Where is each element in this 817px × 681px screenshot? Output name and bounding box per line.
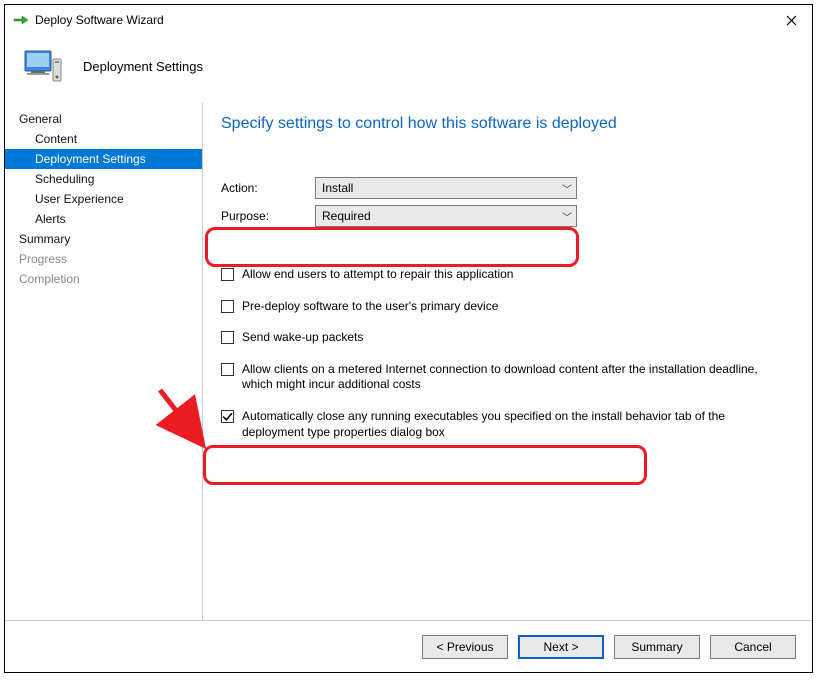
checkbox-label: Send wake-up packets: [242, 330, 363, 346]
wizard-window: Deploy Software Wizard Deployment Settin…: [4, 4, 813, 673]
footer: < Previous Next > Summary Cancel: [5, 620, 812, 672]
sidebar: GeneralContentDeployment SettingsSchedul…: [5, 103, 203, 620]
sidebar-item-summary[interactable]: Summary: [5, 229, 202, 249]
action-row: Action: Install ﹀: [221, 177, 792, 199]
action-label: Action:: [221, 181, 315, 195]
checkbox-label: Allow end users to attempt to repair thi…: [242, 267, 513, 283]
sidebar-item-alerts[interactable]: Alerts: [5, 209, 202, 229]
action-dropdown[interactable]: Install ﹀: [315, 177, 577, 199]
checkbox-label: Pre-deploy software to the user's primar…: [242, 299, 498, 315]
close-button[interactable]: [776, 9, 806, 31]
sidebar-item-general[interactable]: General: [5, 109, 202, 129]
wizard-body: GeneralContentDeployment SettingsSchedul…: [5, 103, 812, 620]
sidebar-item-content[interactable]: Content: [5, 129, 202, 149]
checkbox-label: Allow clients on a metered Internet conn…: [242, 362, 781, 393]
action-value: Install: [322, 181, 353, 195]
cancel-button[interactable]: Cancel: [710, 635, 796, 659]
sidebar-item-completion: Completion: [5, 269, 202, 289]
checkbox[interactable]: [221, 300, 234, 313]
checkbox-row: Allow clients on a metered Internet conn…: [221, 362, 781, 393]
app-arrow-icon: [13, 12, 29, 28]
page-heading: Specify settings to control how this sof…: [221, 115, 792, 133]
window-title: Deploy Software Wizard: [35, 13, 164, 27]
checkbox-row: Send wake-up packets: [221, 330, 781, 346]
sidebar-item-scheduling[interactable]: Scheduling: [5, 169, 202, 189]
purpose-label: Purpose:: [221, 209, 315, 223]
checkbox[interactable]: [221, 268, 234, 281]
purpose-value: Required: [322, 209, 371, 223]
sidebar-item-user-experience[interactable]: User Experience: [5, 189, 202, 209]
purpose-dropdown[interactable]: Required ﹀: [315, 205, 577, 227]
checkbox[interactable]: [221, 363, 234, 376]
purpose-row: Purpose: Required ﹀: [221, 205, 792, 227]
summary-button[interactable]: Summary: [614, 635, 700, 659]
titlebar: Deploy Software Wizard: [5, 5, 812, 35]
checkbox-row: Pre-deploy software to the user's primar…: [221, 299, 781, 315]
checkbox[interactable]: [221, 331, 234, 344]
next-button[interactable]: Next >: [518, 635, 604, 659]
main-panel: Specify settings to control how this sof…: [203, 103, 812, 620]
checkbox-row: Allow end users to attempt to repair thi…: [221, 267, 781, 283]
header-subtitle: Deployment Settings: [83, 59, 203, 74]
sidebar-item-progress: Progress: [5, 249, 202, 269]
chevron-down-icon: ﹀: [562, 181, 572, 196]
checkbox-row: Automatically close any running executab…: [221, 409, 781, 440]
computer-icon: [23, 47, 63, 85]
wizard-header: Deployment Settings: [5, 35, 812, 103]
checkbox-label: Automatically close any running executab…: [242, 409, 781, 440]
chevron-down-icon: ﹀: [562, 209, 572, 224]
checkbox[interactable]: [221, 410, 234, 423]
sidebar-item-deployment-settings[interactable]: Deployment Settings: [5, 149, 202, 169]
previous-button[interactable]: < Previous: [422, 635, 508, 659]
